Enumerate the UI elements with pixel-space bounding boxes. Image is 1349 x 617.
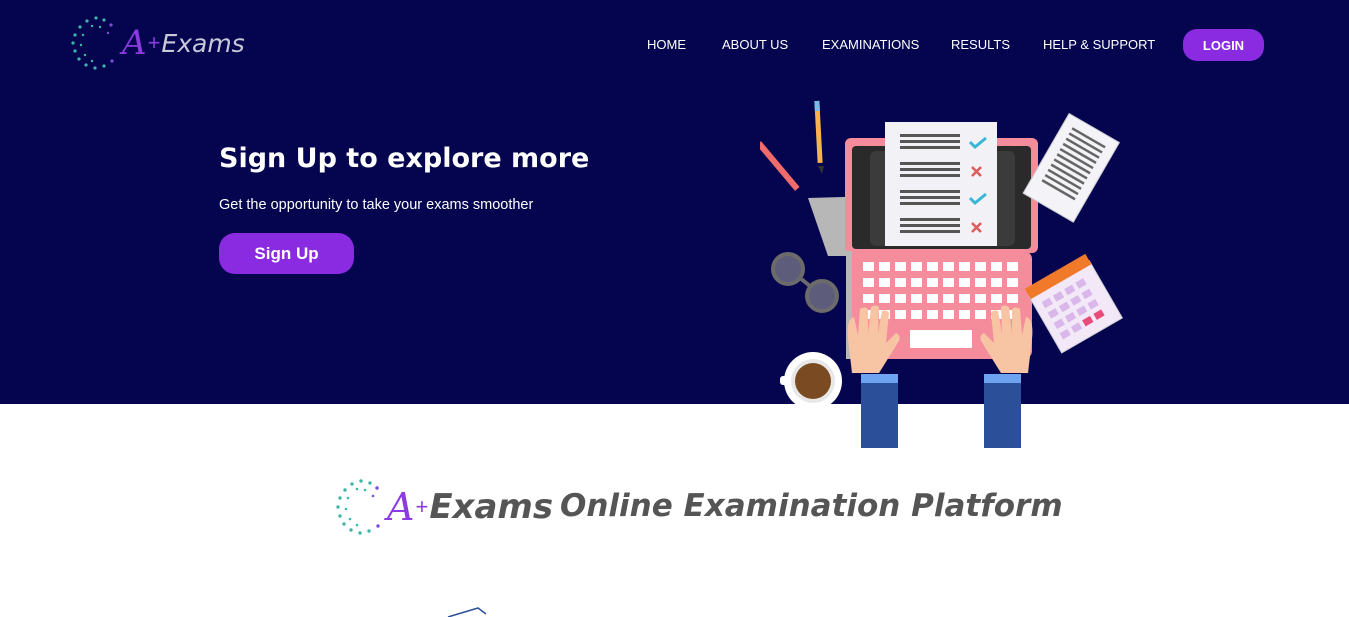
logo-letter: A bbox=[387, 485, 415, 529]
signup-button[interactable]: Sign Up bbox=[219, 233, 354, 274]
nav-home[interactable]: HOME bbox=[647, 37, 686, 52]
logo-dots-icon bbox=[335, 478, 387, 536]
logo-plus: + bbox=[415, 494, 429, 519]
login-button[interactable]: LOGIN bbox=[1183, 29, 1264, 61]
nav-examinations[interactable]: EXAMINATIONS bbox=[822, 37, 919, 52]
nav-results[interactable]: RESULTS bbox=[951, 37, 1010, 52]
hero-title: Sign Up to explore more bbox=[219, 143, 590, 174]
logo-letter: A bbox=[122, 23, 147, 63]
next-section-graphic-icon bbox=[447, 607, 487, 617]
logo-plus: + bbox=[147, 30, 161, 55]
nav-help-support[interactable]: HELP & SUPPORT bbox=[1043, 37, 1155, 52]
hero-subtitle: Get the opportunity to take your exams s… bbox=[219, 197, 534, 213]
hero-section: A + Exams HOME ABOUT US EXAMINATIONS RES… bbox=[0, 0, 1349, 404]
brand-logo: A + Exams bbox=[335, 478, 553, 536]
site-logo[interactable]: A + Exams bbox=[70, 15, 245, 71]
logo-word: Exams bbox=[161, 28, 245, 58]
platform-tagline: Online Examination Platform bbox=[560, 488, 1063, 524]
laptop-exam-illustration-icon bbox=[760, 100, 1123, 448]
nav-about-us[interactable]: ABOUT US bbox=[722, 37, 788, 52]
logo-word: Exams bbox=[429, 487, 554, 527]
logo-dots-icon bbox=[70, 15, 122, 71]
